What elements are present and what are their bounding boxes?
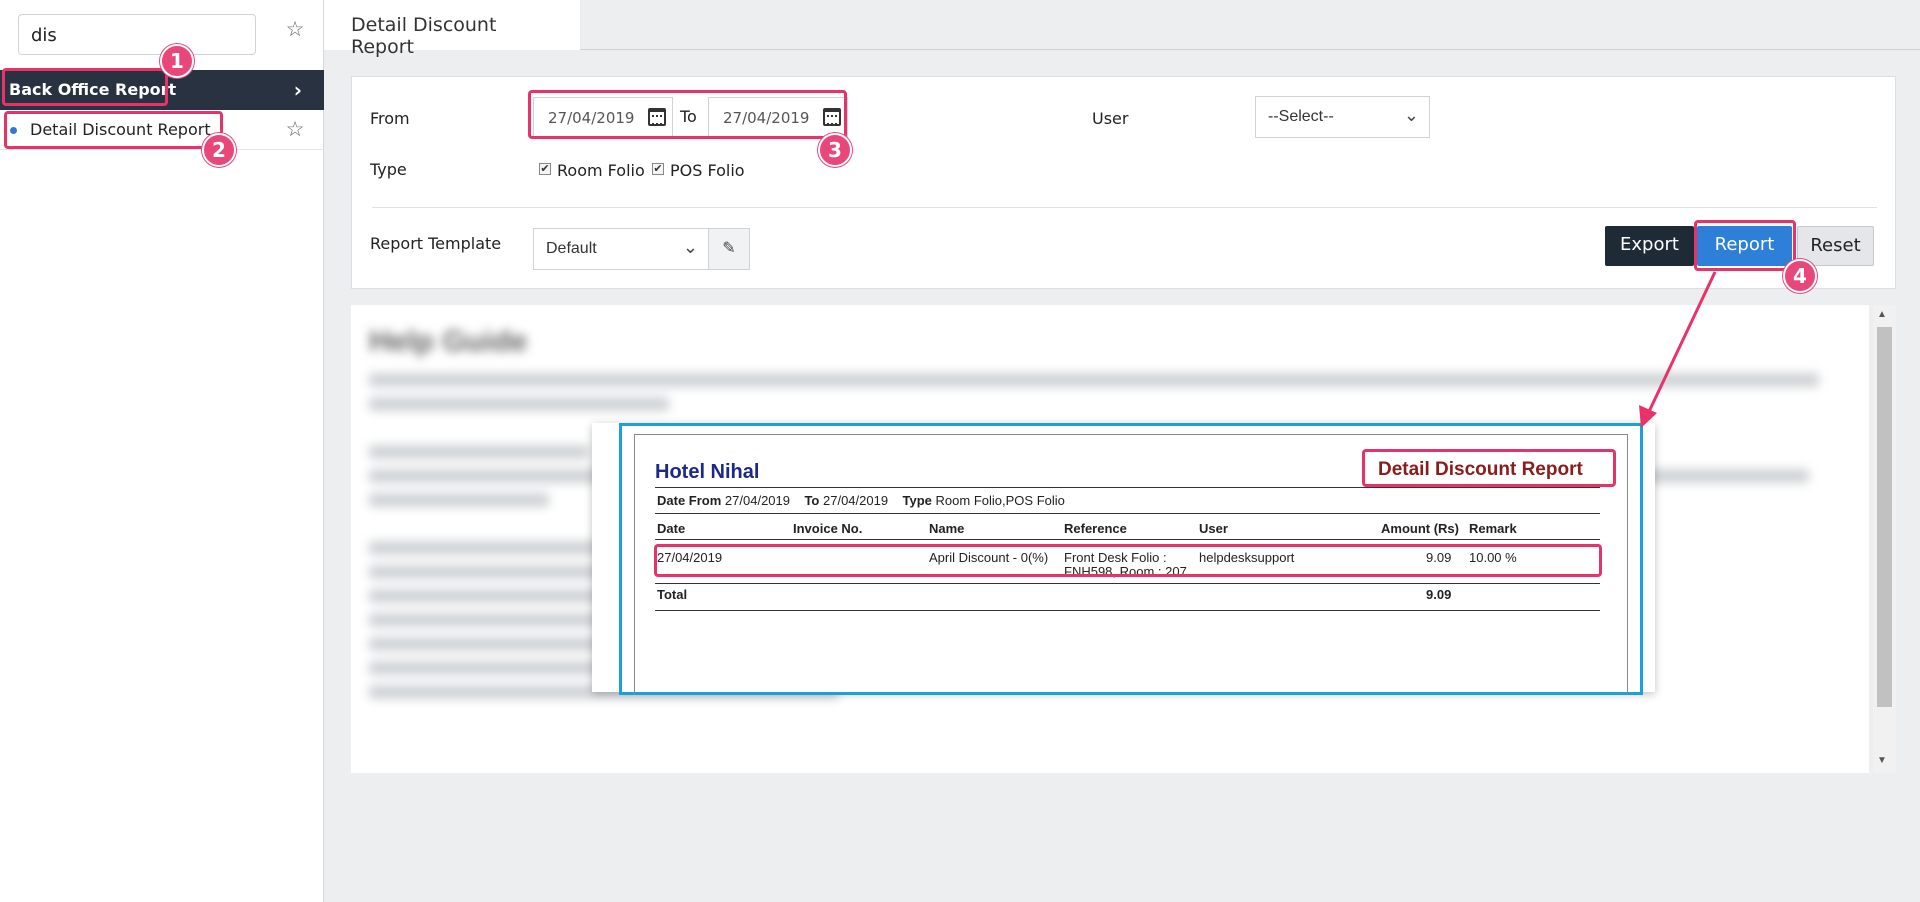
report-rule [655, 583, 1600, 584]
meta-to: 27/04/2019 [823, 493, 889, 508]
reset-button[interactable]: Reset [1797, 226, 1874, 266]
header-divider [580, 49, 1920, 50]
meta-date-from-label: Date From [657, 493, 722, 508]
favorite-star-icon[interactable]: ☆ [284, 19, 306, 41]
highlight-date-range [528, 90, 847, 139]
column-header: Remark [1469, 521, 1517, 536]
favorite-star-icon[interactable]: ☆ [284, 119, 306, 141]
export-button[interactable]: Export [1605, 226, 1694, 266]
column-header: Date [657, 521, 686, 536]
report-template-select[interactable]: Default ⌄ [533, 228, 709, 270]
scroll-thumb[interactable] [1877, 327, 1892, 707]
chevron-down-icon: ⌄ [1403, 105, 1419, 125]
highlight-back-office-report [2, 68, 168, 106]
edit-icon: ✎ [722, 240, 736, 257]
from-label: From [370, 109, 410, 128]
chevron-down-icon: ⌄ [682, 237, 698, 257]
scroll-down-icon[interactable]: ▼ [1877, 755, 1887, 766]
meta-to-label: To [804, 493, 820, 508]
column-header: User [1199, 521, 1228, 536]
column-header: Amount (Rs) [1381, 521, 1459, 536]
total-label: Total [657, 587, 688, 602]
meta-date-from: 27/04/2019 [724, 493, 790, 508]
pos-folio-label: POS Folio [670, 161, 745, 180]
total-amount: 9.09 [1426, 587, 1452, 602]
room-folio-label: Room Folio [557, 161, 645, 180]
column-header: Name [929, 521, 965, 536]
highlight-report-button [1694, 220, 1796, 271]
chevron-right-icon: › [293, 78, 302, 102]
report-rule [655, 539, 1600, 540]
report-template-label: Report Template [370, 234, 502, 253]
column-header: Reference [1064, 521, 1127, 536]
step-badge-2: 2 [202, 133, 236, 167]
meta-type-label: Type [902, 493, 932, 508]
help-title: Help Guide [369, 325, 528, 358]
step-badge-1: 1 [160, 44, 194, 78]
edit-template-button[interactable]: ✎ [708, 228, 750, 270]
panel-divider [372, 207, 1877, 208]
report-row-highlight [654, 544, 1602, 577]
step-badge-3: 3 [818, 133, 852, 167]
type-label: Type [370, 160, 407, 179]
column-header: Invoice No. [793, 521, 863, 536]
template-select-value: Default [546, 240, 597, 257]
highlight-detail-discount-report [4, 111, 223, 149]
room-folio-checkbox[interactable]: ✔ [539, 163, 551, 175]
pos-folio-checkbox[interactable]: ✔ [652, 163, 664, 175]
report-rule [655, 487, 1600, 488]
report-title-highlight [1362, 449, 1616, 487]
user-label: User [1092, 109, 1129, 128]
step-badge-4: 4 [1783, 259, 1817, 293]
meta-type: Room Folio,POS Folio [935, 493, 1065, 508]
help-scrollbar[interactable]: ▲ ▼ [1873, 305, 1896, 773]
user-select[interactable]: --Select-- ⌄ [1255, 96, 1430, 138]
report-meta: Date From 27/04/2019 To 27/04/2019 Type … [657, 493, 1065, 508]
scroll-up-icon[interactable]: ▲ [1877, 309, 1887, 320]
menu-search-input[interactable]: dis [18, 14, 256, 55]
report-rule [655, 513, 1600, 514]
page-title: Detail Discount Report [324, 0, 580, 58]
hotel-name: Hotel Nihal [655, 461, 760, 483]
user-select-value: --Select-- [1268, 108, 1334, 125]
report-rule [655, 610, 1600, 611]
